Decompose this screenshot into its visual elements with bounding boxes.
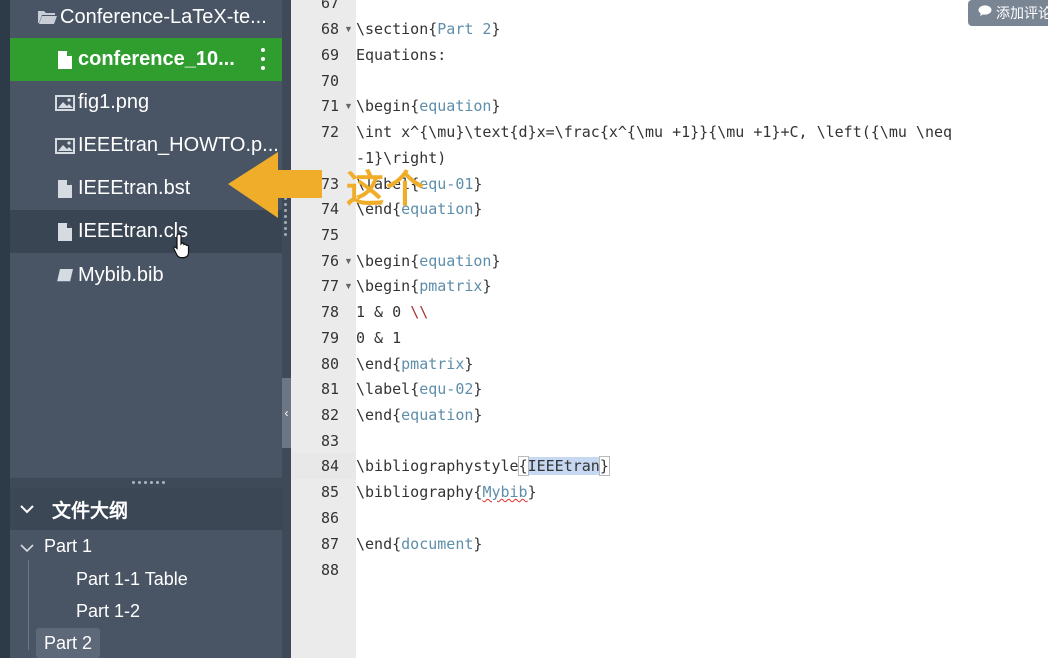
- folder-open-icon: [36, 6, 58, 28]
- line-number: 76: [320, 252, 339, 270]
- outline-item-part2[interactable]: Part 2: [36, 628, 101, 658]
- code-line-81: \label{equ-02}: [356, 380, 483, 398]
- code-line-68: \section{Part 2}: [356, 20, 501, 38]
- code-line-80: \end{pmatrix}: [356, 355, 474, 373]
- code-line-84: \bibliographystyle{IEEEtran}: [356, 456, 610, 476]
- outline-item-part1-1[interactable]: Part 1-1 Table: [76, 564, 188, 594]
- code-line-79: 0 & 1: [356, 329, 402, 347]
- line-number: 88: [320, 561, 339, 579]
- code-line-87: \end{document}: [356, 535, 483, 553]
- chevron-down-icon[interactable]: [20, 540, 34, 558]
- code-line-82: \end{equation}: [356, 406, 483, 424]
- outline-panel: 文件大纲 Part 1 Part 1-1 Table Part 1-2 Part…: [10, 488, 282, 658]
- code-line-69: Equations:: [356, 46, 447, 64]
- outline-item-part1[interactable]: Part 1: [44, 531, 92, 561]
- annotation-text: 这个: [346, 167, 427, 211]
- selected-text: IEEEtran: [527, 457, 600, 475]
- line-number: 69: [320, 46, 339, 64]
- line-number: 78: [320, 303, 339, 321]
- collapse-sidebar-button[interactable]: ‹: [282, 378, 291, 448]
- fold-arrow-icon[interactable]: ▼: [344, 248, 354, 274]
- book-icon: [54, 265, 76, 287]
- add-comment-label: 添加评论: [996, 6, 1048, 22]
- comment-icon: [978, 5, 992, 21]
- left-edge-bar: [0, 0, 10, 658]
- file-icon: [54, 49, 76, 71]
- chevron-down-icon: [20, 498, 40, 520]
- code-line-85: \bibliography{Mybib}: [356, 483, 537, 501]
- file-menu-icon[interactable]: [260, 48, 266, 70]
- file-item-conference[interactable]: conference_10...: [10, 38, 282, 81]
- line-number: 72: [320, 123, 339, 141]
- add-comment-button[interactable]: 添加评论: [968, 0, 1048, 26]
- file-item-label: conference_10...: [78, 48, 235, 70]
- line-number: 77: [320, 277, 339, 295]
- code-line-77: \begin{pmatrix}: [356, 277, 492, 295]
- line-number: 79: [320, 329, 339, 347]
- line-number: 80: [320, 355, 339, 373]
- code-line-76: \begin{equation}: [356, 252, 501, 270]
- file-tree: Conference-LaTeX-te... conference_10... …: [10, 0, 282, 478]
- spellcheck-word: Mybib: [482, 483, 528, 501]
- file-icon: [54, 221, 76, 243]
- image-icon: [54, 92, 76, 114]
- project-folder[interactable]: Conference-LaTeX-te...: [10, 0, 282, 34]
- code-line-78: 1 & 0 \\: [356, 303, 429, 321]
- file-item-label: IEEEtran.bst: [78, 177, 191, 199]
- file-icon: [54, 178, 76, 200]
- chevron-left-icon: ‹: [284, 406, 289, 420]
- line-number: 70: [320, 72, 339, 90]
- line-number: 82: [320, 406, 339, 424]
- file-item-label: fig1.png: [78, 91, 150, 113]
- line-number: 67: [320, 0, 339, 12]
- code-line-73: \label{equ-01}: [356, 175, 483, 193]
- outline-title: 文件大纲: [52, 500, 129, 522]
- project-folder-label: Conference-LaTeX-te...: [60, 5, 267, 28]
- code-editor[interactable]: \section{Part 2} Equations: \begin{equat…: [356, 0, 1048, 658]
- outline-guide-line: [28, 560, 29, 650]
- sidebar-splitter[interactable]: [282, 0, 291, 658]
- code-line-71: \begin{equation}: [356, 97, 501, 115]
- line-number: 68: [320, 20, 339, 38]
- line-number: 87: [320, 535, 339, 553]
- hand-cursor-icon: [173, 233, 190, 259]
- file-item-fig1[interactable]: fig1.png: [10, 81, 282, 124]
- code-line-72: \int x^{\mu}\text{d}x=\frac{x^{\mu +1}}{…: [356, 123, 953, 141]
- fold-arrow-icon[interactable]: ▼: [344, 16, 354, 42]
- outline-item-part1-2[interactable]: Part 1-2: [76, 596, 140, 626]
- outline-header[interactable]: 文件大纲: [10, 488, 282, 530]
- file-item-label: Mybib.bib: [78, 264, 164, 286]
- line-number: 86: [320, 509, 339, 527]
- annotation-arrow-icon: [228, 152, 322, 218]
- panel-resize-handle[interactable]: [10, 478, 282, 488]
- fold-arrow-icon[interactable]: ▼: [344, 93, 354, 119]
- line-number: 84: [320, 457, 339, 475]
- fold-arrow-icon[interactable]: ▼: [344, 273, 354, 299]
- image-icon: [54, 135, 76, 157]
- file-item-mybib[interactable]: Mybib.bib: [10, 254, 282, 297]
- code-line-74: \end{equation}: [356, 200, 483, 218]
- sidebar: Conference-LaTeX-te... conference_10... …: [10, 0, 282, 658]
- line-number: 85: [320, 483, 339, 501]
- line-number: 81: [320, 380, 339, 398]
- line-number: 83: [320, 432, 339, 450]
- line-number: 71: [320, 97, 339, 115]
- code-line-72-wrap: -1}\right): [356, 149, 447, 167]
